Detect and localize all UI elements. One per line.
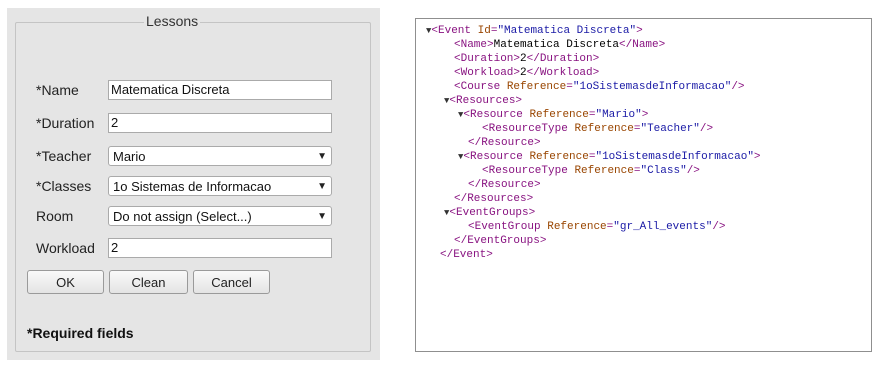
xml-class-ref: 1oSistemasdeInformacao <box>602 151 748 163</box>
xml-eventgroups-open: ▼<EventGroups> <box>444 207 536 219</box>
workload-input[interactable]: 2 <box>108 238 332 258</box>
xml-course-ref: 1oSistemasdeInformacao <box>579 81 725 93</box>
xml-resources-open: ▼<Resources> <box>444 95 523 107</box>
duration-row: *Duration 2 <box>36 112 332 134</box>
room-select[interactable]: Do not assign (Select...) ▼ <box>108 206 332 226</box>
clean-button[interactable]: Clean <box>109 270 188 294</box>
dropdown-arrow-icon: ▼ <box>317 180 327 192</box>
xml-duration-text: 2 <box>520 53 527 65</box>
xml-resourcetype-class: <ResourceType Reference="Class"/> <box>482 165 700 177</box>
xml-eventgroup: <EventGroup Reference="gr_All_events"/> <box>468 221 726 233</box>
duration-label: *Duration <box>36 115 95 131</box>
teacher-select-value: Mario <box>113 148 146 164</box>
room-label: Room <box>36 208 74 224</box>
classes-select-value: 1o Sistemas de Informacao <box>113 178 272 194</box>
xml-eventgroups-close: </EventGroups> <box>454 235 547 247</box>
room-select-value: Do not assign (Select...) <box>113 208 252 224</box>
xml-event-open: ▼<Event Id="Matematica Discreta"> <box>426 25 643 37</box>
classes-select[interactable]: 1o Sistemas de Informacao ▼ <box>108 176 332 196</box>
name-input[interactable]: Matematica Discreta <box>108 80 332 100</box>
xml-resources-close: </Resources> <box>454 193 534 205</box>
xml-name-text: Matematica Discreta <box>493 39 620 51</box>
name-row: *Name Matematica Discreta <box>36 79 332 101</box>
xml-event-close: </Event> <box>440 249 493 261</box>
classes-label: *Classes <box>36 178 92 194</box>
xml-workload: <Workload>2</Workload> <box>454 67 600 79</box>
cancel-button[interactable]: Cancel <box>193 270 270 294</box>
xml-workload-text: 2 <box>520 67 527 79</box>
workload-row: Workload 2 <box>36 237 332 259</box>
classes-row: *Classes 1o Sistemas de Informacao ▼ <box>36 175 332 197</box>
xml-teacher-ref: Mario <box>602 109 636 121</box>
xml-view-panel: ▼<Event Id="Matematica Discreta"> <Name>… <box>415 18 872 352</box>
teacher-label: *Teacher <box>36 148 92 164</box>
fieldset-legend: Lessons <box>144 13 201 29</box>
xml-resource-teacher-open: ▼<Resource Reference="Mario"> <box>458 109 649 121</box>
required-fields-note: *Required fields <box>27 325 134 341</box>
lesson-form-panel: Lessons *Name Matematica Discreta *Durat… <box>7 8 380 360</box>
xml-name: <Name>Matematica Discreta</Name> <box>454 39 666 51</box>
name-label: *Name <box>36 82 79 98</box>
xml-class-type: Class <box>647 165 681 177</box>
xml-event-id: Matematica Discreta <box>504 25 630 37</box>
xml-course: <Course Reference="1oSistemasdeInformaca… <box>454 81 745 93</box>
xml-resource-close-1: </Resource> <box>468 137 541 149</box>
duration-input[interactable]: 2 <box>108 113 332 133</box>
xml-eventgroup-ref: gr_All_events <box>619 221 706 233</box>
ok-button[interactable]: OK <box>27 270 104 294</box>
xml-resource-close-2: </Resource> <box>468 179 541 191</box>
teacher-row: *Teacher Mario ▼ <box>36 145 332 167</box>
xml-teacher-type: Teacher <box>647 123 694 135</box>
dropdown-arrow-icon: ▼ <box>317 210 327 222</box>
teacher-select[interactable]: Mario ▼ <box>108 146 332 166</box>
xml-duration: <Duration>2</Duration> <box>454 53 600 65</box>
xml-resourcetype-teacher: <ResourceType Reference="Teacher"/> <box>482 123 714 135</box>
workload-label: Workload <box>36 240 95 256</box>
xml-resource-class-open: ▼<Resource Reference="1oSistemasdeInform… <box>458 151 761 163</box>
dropdown-arrow-icon: ▼ <box>317 150 327 162</box>
room-row: Room Do not assign (Select...) ▼ <box>36 205 332 227</box>
